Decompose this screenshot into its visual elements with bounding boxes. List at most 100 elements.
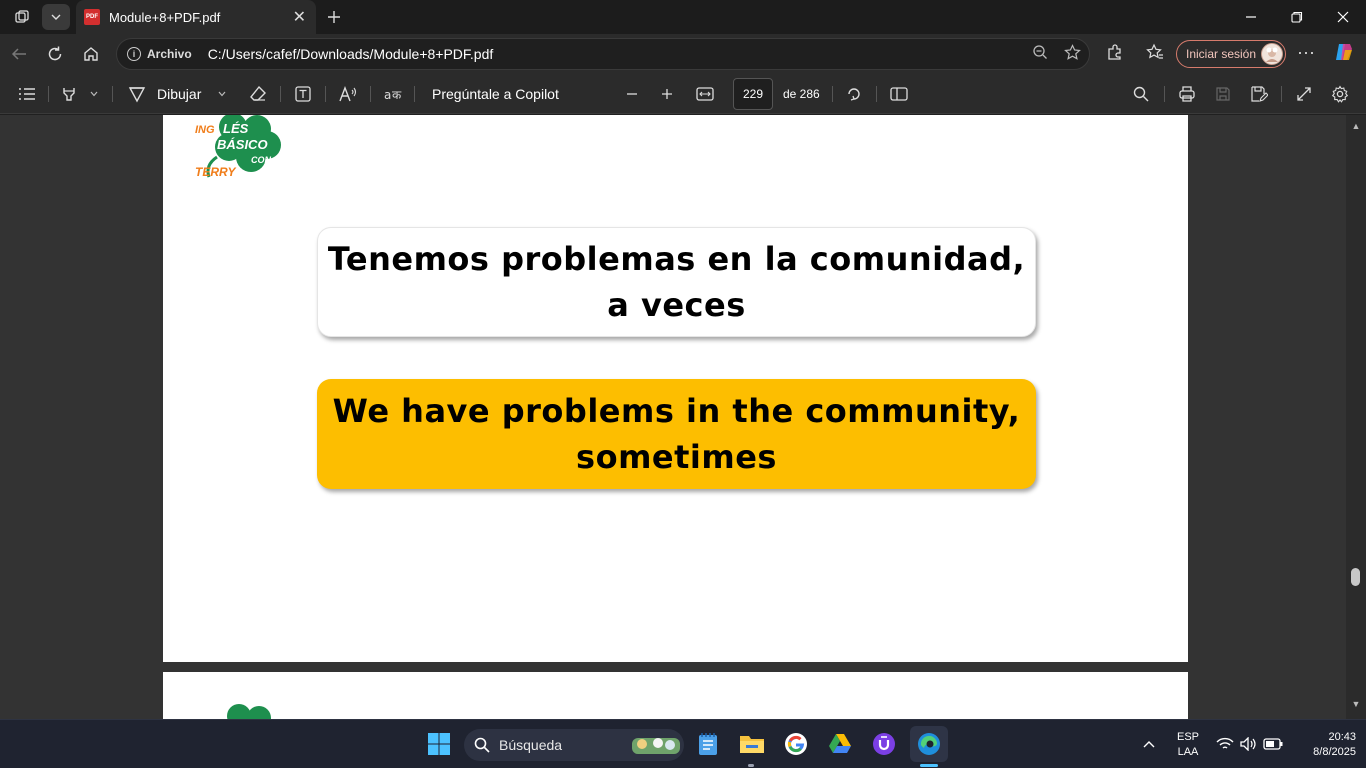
- refresh-icon[interactable]: [42, 42, 68, 66]
- scroll-up-arrow-icon[interactable]: ▲: [1350, 121, 1362, 131]
- close-tab-icon[interactable]: ✕: [293, 7, 306, 27]
- pdf-file-icon: PDF: [84, 9, 100, 25]
- settings-gear-icon[interactable]: [1329, 83, 1351, 105]
- taskbar-search-icon: [474, 737, 490, 753]
- zoom-out-icon[interactable]: [1030, 42, 1050, 62]
- separator: [112, 86, 113, 102]
- search-highlight-image-icon: [632, 738, 680, 754]
- fullscreen-icon[interactable]: [1293, 83, 1315, 105]
- draw-label[interactable]: Dibujar: [157, 86, 201, 102]
- english-sentence-line1: We have problems in the community,: [332, 392, 1021, 430]
- fit-width-icon[interactable]: [694, 83, 716, 105]
- close-window-icon[interactable]: [1320, 0, 1366, 34]
- address-row: i Archivo C:/Users/cafef/Downloads/Modul…: [0, 34, 1366, 74]
- volume-icon[interactable]: [1238, 730, 1260, 758]
- keyboard-layout: LAA: [1177, 746, 1199, 758]
- taskbar-search-placeholder: Búsqueda: [499, 737, 563, 753]
- clock-date: 8/8/2025: [1313, 746, 1356, 758]
- rotate-icon[interactable]: [843, 83, 865, 105]
- english-sentence-card: We have problems in the community, somet…: [317, 379, 1036, 489]
- address-chip: Archivo: [147, 47, 192, 61]
- logo-text-terry: TERRY: [195, 165, 236, 179]
- spanish-sentence-card: Tenemos problemas en la comunidad, a vec…: [317, 227, 1036, 337]
- read-aloud-icon[interactable]: [337, 83, 359, 105]
- running-indicator: [748, 764, 754, 767]
- back-arrow-icon[interactable]: [6, 42, 32, 66]
- pdf-page: ING LÉS BÁSICO CON TERRY Tenemos problem…: [163, 115, 1188, 662]
- more-options-icon[interactable]: ···: [1296, 42, 1316, 62]
- copilot-icon[interactable]: [1332, 40, 1356, 64]
- highlight-icon[interactable]: [58, 83, 80, 105]
- page-view-icon[interactable]: [888, 83, 910, 105]
- scroll-down-arrow-icon[interactable]: ▼: [1350, 699, 1362, 709]
- info-icon[interactable]: i: [127, 47, 141, 61]
- favorites-icon[interactable]: [1145, 42, 1165, 62]
- draw-chevron-icon[interactable]: [214, 83, 230, 105]
- copilot-prompt-button[interactable]: Pregúntale a Copilot: [432, 86, 559, 102]
- tab-title: Module+8+PDF.pdf: [109, 9, 221, 25]
- highlight-chevron-icon[interactable]: [86, 83, 102, 105]
- signin-button[interactable]: Iniciar sesión: [1176, 40, 1286, 68]
- contents-list-icon[interactable]: [16, 83, 38, 105]
- wifi-icon[interactable]: [1214, 730, 1236, 758]
- tab-actions-chevron-icon[interactable]: [42, 4, 70, 30]
- clock[interactable]: 20:43 8/8/2025: [1290, 730, 1356, 760]
- zoom-in-plus-icon[interactable]: [657, 83, 677, 105]
- tab-module-pdf[interactable]: PDF Module+8+PDF.pdf ✕: [76, 0, 316, 34]
- separator: [414, 86, 415, 102]
- workspaces-icon[interactable]: [8, 4, 36, 30]
- taskbar: Búsqueda ESP LAA 20:43 8/8/2025: [0, 719, 1366, 768]
- pdf-viewer[interactable]: ING LÉS BÁSICO CON TERRY Tenemos problem…: [0, 115, 1366, 719]
- spanish-sentence-line2: a veces: [607, 286, 746, 324]
- find-search-icon[interactable]: [1130, 83, 1152, 105]
- taskbar-search[interactable]: Búsqueda: [464, 729, 684, 761]
- minimize-icon[interactable]: [1228, 0, 1274, 34]
- ingles-basico-logo: ING LÉS BÁSICO CON TERRY: [195, 115, 287, 181]
- input-language-indicator[interactable]: ESP LAA: [1172, 730, 1204, 760]
- vertical-scrollbar[interactable]: ▲ ▼: [1346, 115, 1366, 719]
- scroll-thumb[interactable]: [1351, 568, 1360, 586]
- edge-browser-icon[interactable]: [910, 726, 948, 762]
- next-pdf-page: ING: [163, 672, 1188, 719]
- separator: [325, 86, 326, 102]
- svg-text:क: क: [392, 88, 402, 102]
- print-icon[interactable]: [1176, 83, 1198, 105]
- windows-start-icon[interactable]: [425, 730, 453, 758]
- separator: [1281, 86, 1282, 102]
- separator: [370, 86, 371, 102]
- google-icon[interactable]: [782, 730, 810, 758]
- spanish-sentence-line1: Tenemos problemas en la comunidad,: [327, 240, 1026, 278]
- active-app-indicator: [920, 764, 938, 767]
- restore-icon[interactable]: [1274, 0, 1320, 34]
- eraser-icon[interactable]: [247, 83, 269, 105]
- separator: [876, 86, 877, 102]
- logo-text-les: LÉS: [223, 121, 249, 136]
- title-bar: PDF Module+8+PDF.pdf ✕: [0, 0, 1366, 34]
- translate-icon[interactable]: aक: [382, 83, 404, 105]
- save-icon[interactable]: [1212, 83, 1234, 105]
- text-box-icon[interactable]: [292, 83, 314, 105]
- separator: [280, 86, 281, 102]
- battery-icon[interactable]: [1262, 730, 1284, 758]
- separator: [832, 86, 833, 102]
- new-tab-icon[interactable]: [320, 4, 348, 30]
- draw-pen-icon[interactable]: [126, 83, 148, 105]
- show-hidden-icons-chevron-icon[interactable]: [1138, 730, 1160, 758]
- home-icon[interactable]: [78, 42, 104, 66]
- google-drive-icon[interactable]: [826, 730, 854, 758]
- logo-text-con: CON: [251, 155, 271, 165]
- address-bar[interactable]: i Archivo C:/Users/cafef/Downloads/Modul…: [116, 38, 1090, 70]
- file-explorer-icon[interactable]: [738, 730, 766, 758]
- url-text[interactable]: C:/Users/cafef/Downloads/Module+8+PDF.pd…: [208, 46, 494, 62]
- save-as-icon[interactable]: [1248, 83, 1270, 105]
- logo-text-basico: BÁSICO: [217, 137, 268, 152]
- favorite-star-icon[interactable]: [1062, 42, 1082, 62]
- app-u-icon[interactable]: [870, 730, 898, 758]
- english-sentence-line2: sometimes: [576, 438, 777, 476]
- page-total-label: de 286: [783, 87, 820, 101]
- zoom-out-minus-icon[interactable]: [622, 83, 642, 105]
- notepad-icon[interactable]: [694, 730, 722, 758]
- pdf-toolbar: Dibujar aक Pregúntale a Copilot 229 de 2…: [0, 74, 1366, 114]
- page-number-input[interactable]: 229: [733, 78, 773, 110]
- extensions-icon[interactable]: [1105, 42, 1125, 62]
